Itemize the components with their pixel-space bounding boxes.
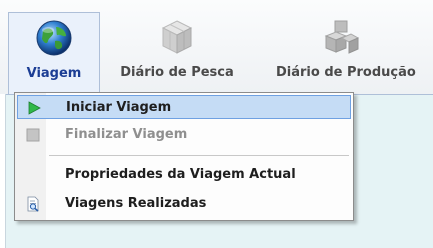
document-search-icon	[27, 196, 39, 212]
boxes-icon	[324, 20, 360, 54]
menu-item-finalizar-viagem[interactable]: Finalizar Viagem	[17, 123, 351, 147]
menu-item-viagens-realizadas[interactable]: Viagens Realizadas	[17, 192, 351, 216]
content-left-edge	[0, 94, 6, 248]
play-icon	[28, 101, 41, 115]
stop-icon	[26, 128, 40, 142]
globe-icon	[36, 20, 72, 56]
tab-label: Diário de Produção	[276, 65, 416, 80]
tab-viagem[interactable]: Viagem	[8, 12, 100, 96]
tab-diario-de-pesca[interactable]: Diário de Pesca	[112, 12, 242, 92]
menu-item-label: Propriedades da Viagem Actual	[65, 167, 296, 182]
menu-item-label: Iniciar Viagem	[66, 100, 172, 115]
app-window: Viagem Diário de Pesca Diário de Produçã…	[0, 0, 433, 248]
tab-label: Diário de Pesca	[120, 65, 234, 80]
tab-diario-de-producao[interactable]: Diário de Produção	[266, 12, 433, 92]
ribbon-toolbar: Viagem Diário de Pesca Diário de Produçã…	[0, 0, 433, 96]
tab-label: Viagem	[26, 66, 82, 81]
cubes-icon	[161, 20, 193, 54]
menu-item-label: Finalizar Viagem	[65, 127, 188, 142]
menu-item-propriedades-viagem-actual[interactable]: Propriedades da Viagem Actual	[17, 163, 351, 187]
menu-separator	[49, 155, 349, 156]
menu-item-iniciar-viagem[interactable]: Iniciar Viagem	[17, 95, 351, 119]
menu-item-label: Viagens Realizadas	[65, 196, 207, 211]
viagem-dropdown-menu: Iniciar Viagem Finalizar Viagem Propried…	[14, 92, 354, 221]
